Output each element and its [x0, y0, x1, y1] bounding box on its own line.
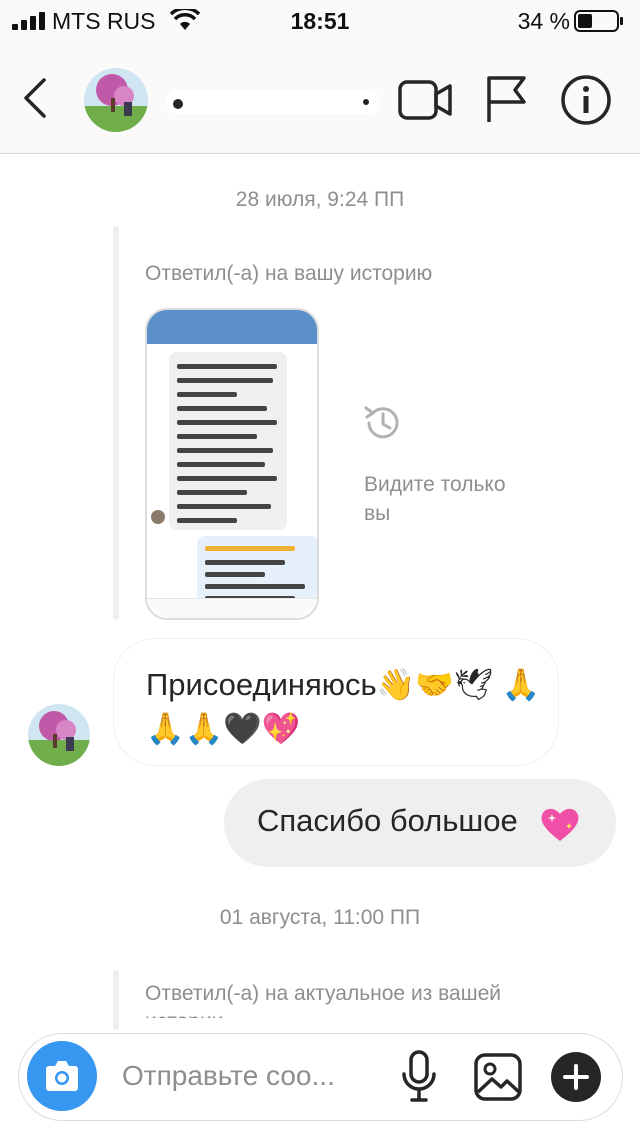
- only-you-can-see-label: Видите только вы: [364, 473, 506, 525]
- username-redacted[interactable]: [166, 80, 380, 120]
- story-sender-avatar: [151, 510, 165, 524]
- outgoing-message-bubble[interactable]: Спасибо большое: [224, 779, 616, 867]
- message-composer: [18, 1033, 623, 1121]
- incoming-message-bubble[interactable]: Присоединяюсь👋🤝🕊 🙏🙏🙏🖤💖: [113, 638, 559, 766]
- camera-icon: [46, 1061, 78, 1091]
- date-separator: 28 июля, 9:24 ПП: [235, 188, 405, 211]
- highlight-reply-label: Ответил(-а) на актуальное из вашей истор…: [145, 982, 501, 1018]
- story-message-received: [169, 352, 287, 530]
- plus-icon: [563, 1064, 589, 1090]
- camera-button[interactable]: [27, 1041, 97, 1111]
- gallery-icon[interactable]: [473, 1052, 523, 1102]
- date-separator: 01 августа, 11:00 ПП: [219, 906, 421, 929]
- reply-bar: [113, 226, 119, 620]
- back-icon[interactable]: [18, 76, 54, 120]
- story-preview[interactable]: [145, 308, 319, 620]
- status-bar: MTS RUS 18:51 34 %: [0, 0, 640, 40]
- video-call-icon[interactable]: [398, 78, 452, 122]
- highlight-reply-clip: Ответил(-а) на актуальное из вашей истор…: [145, 980, 525, 1018]
- chat-header: [0, 40, 640, 154]
- sparkling-heart-icon: [541, 808, 579, 841]
- avatar-photo: [84, 68, 148, 132]
- microphone-icon[interactable]: [399, 1050, 439, 1104]
- sender-avatar[interactable]: [28, 704, 90, 766]
- info-icon[interactable]: [560, 74, 612, 126]
- incoming-message-text: Присоединяюсь👋🤝🕊 🙏🙏🙏🖤💖: [146, 667, 541, 746]
- flag-icon[interactable]: [484, 74, 528, 124]
- outgoing-message-text: Спасибо большое: [257, 803, 518, 838]
- add-button[interactable]: [551, 1052, 601, 1102]
- story-composer: [147, 598, 317, 618]
- story-status-bar: [147, 310, 317, 344]
- story-message-sent: [197, 536, 317, 604]
- story-reply-label: Ответил(-а) на вашу историю: [145, 262, 433, 285]
- avatar-photo: [28, 704, 90, 766]
- message-input[interactable]: [122, 1060, 392, 1092]
- avatar[interactable]: [84, 68, 148, 132]
- history-icon: [364, 406, 399, 439]
- battery-icon: [574, 10, 623, 32]
- battery-percent: 34 %: [517, 8, 570, 34]
- reply-bar: [113, 970, 119, 1030]
